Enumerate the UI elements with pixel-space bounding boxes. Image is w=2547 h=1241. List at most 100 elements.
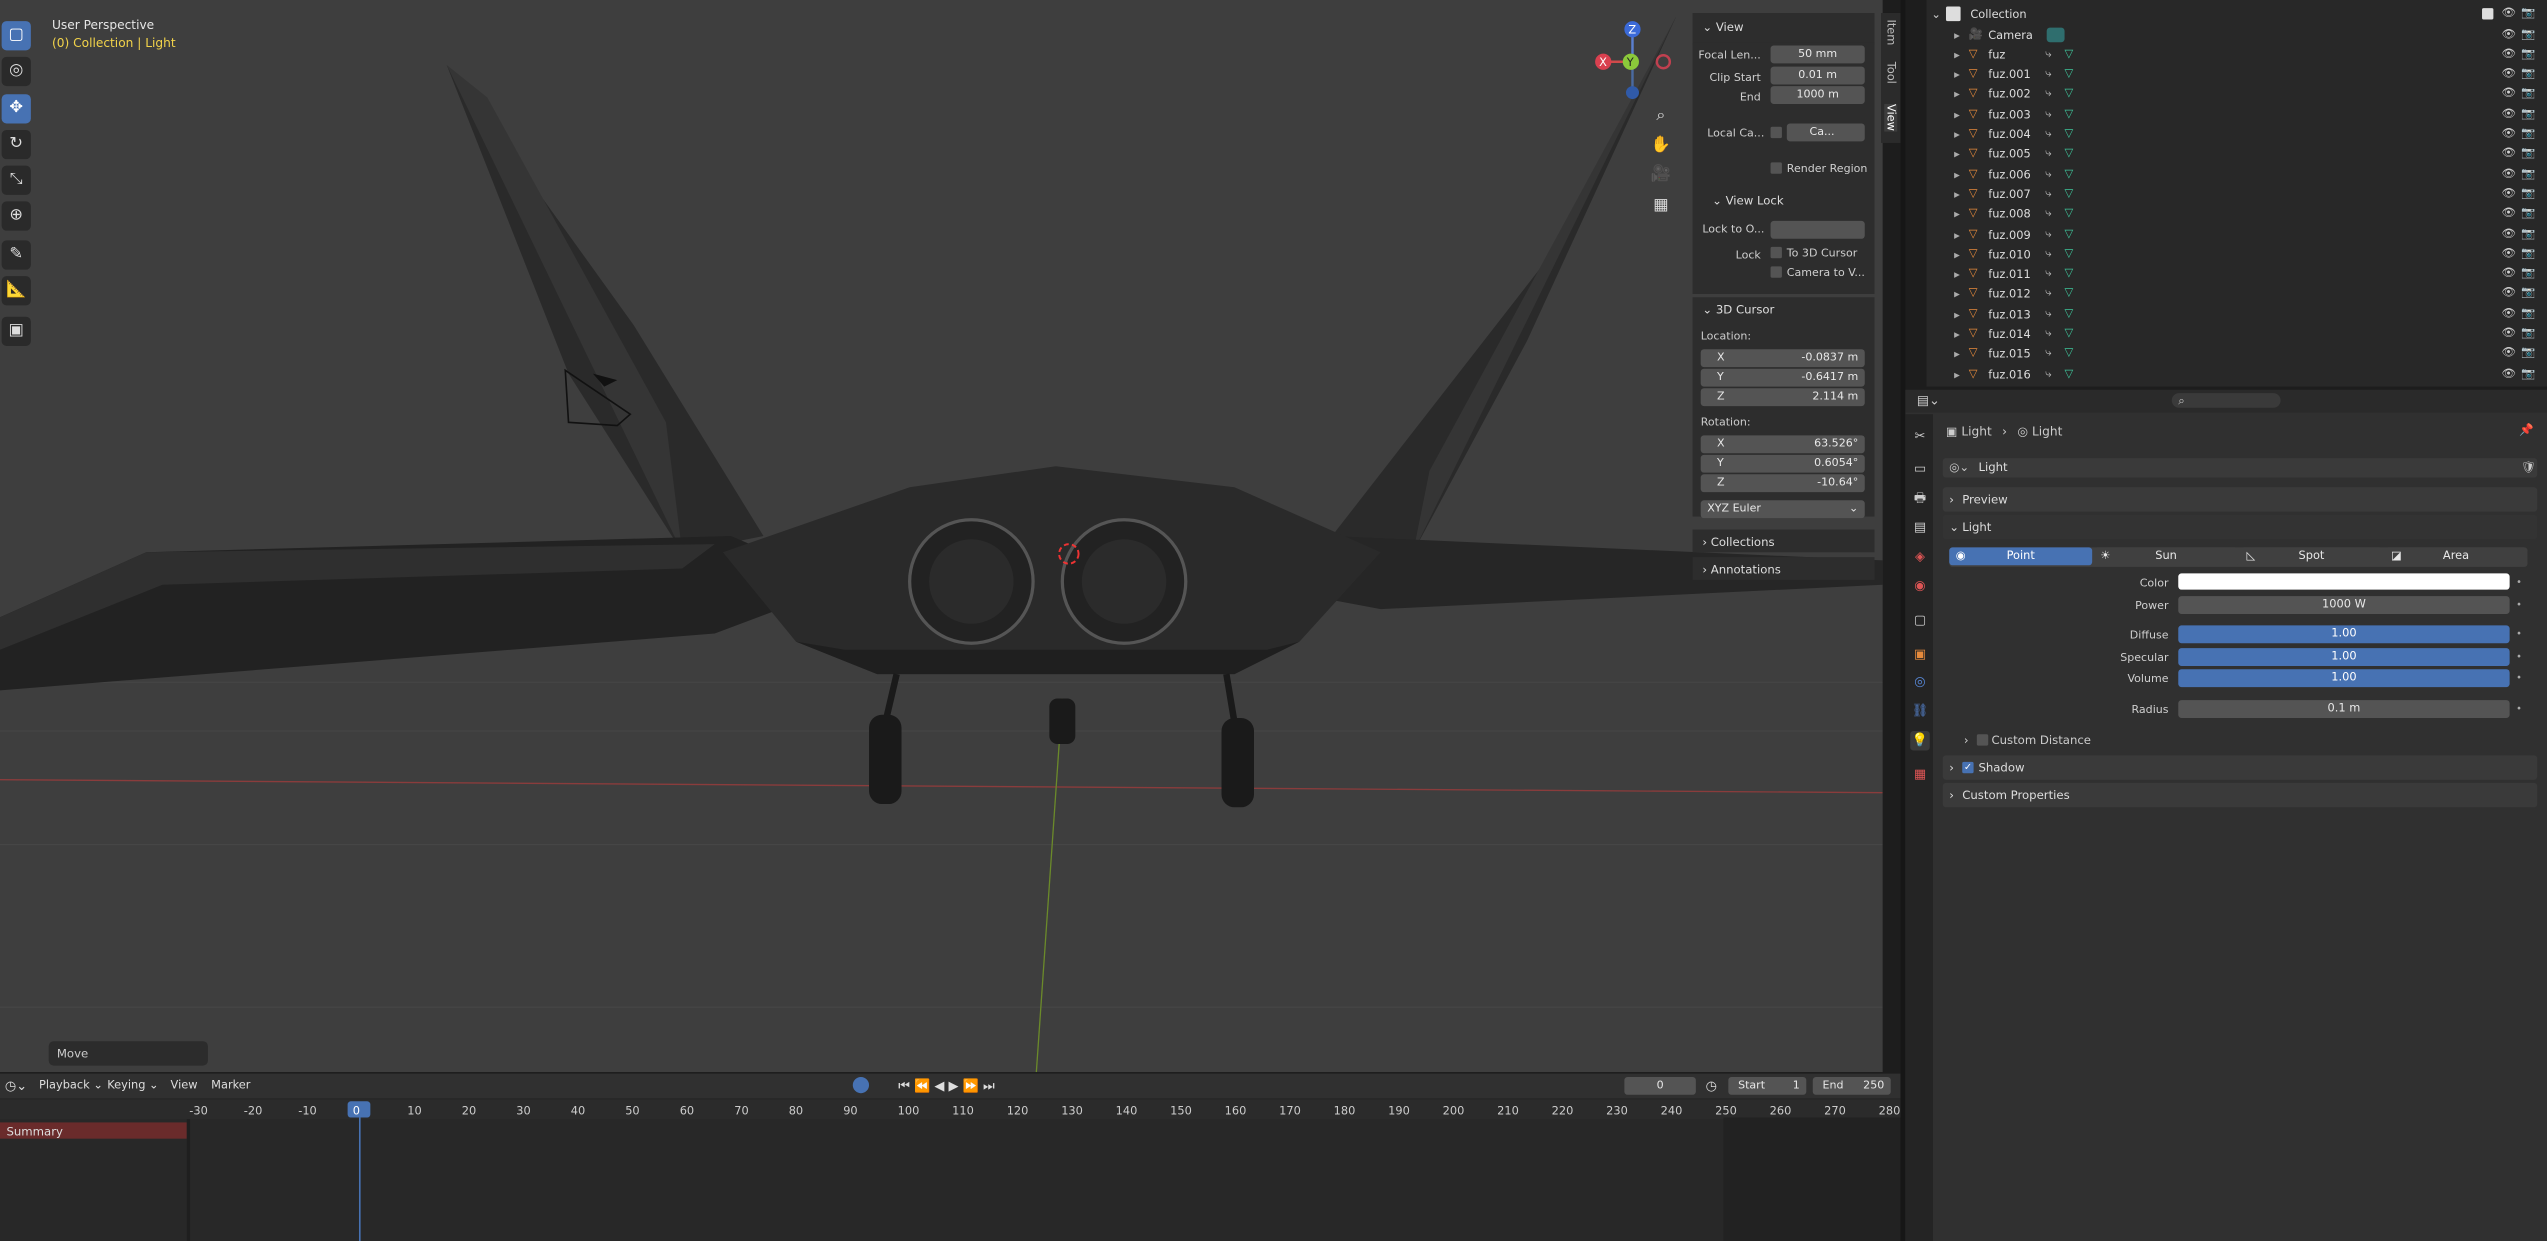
outliner-item-object[interactable]: ▸ ▽ fuz.011 ⤷ ▽ 👁 📷 bbox=[1930, 267, 2541, 287]
cursor-location-y[interactable]: Y -0.6417 m bbox=[1700, 368, 1865, 386]
eye-icon[interactable]: 👁 bbox=[2502, 267, 2516, 280]
expand-icon[interactable]: ▸ bbox=[1954, 348, 1960, 361]
view-menu[interactable]: View bbox=[171, 1079, 198, 1092]
cursor-icon[interactable]: ◎ bbox=[1, 56, 31, 87]
eye-icon[interactable]: 👁 bbox=[2502, 247, 2516, 260]
keyframe-dot-icon[interactable]: • bbox=[2516, 651, 2522, 662]
camera-render-icon[interactable]: 📷 bbox=[2521, 107, 2535, 120]
expand-icon[interactable]: ▸ bbox=[1954, 188, 1960, 201]
lock-to-cursor-checkbox[interactable] bbox=[1770, 246, 1782, 259]
camera-render-icon[interactable]: 📷 bbox=[2521, 6, 2535, 19]
move-icon[interactable]: ✥ bbox=[1, 94, 31, 124]
eye-icon[interactable]: 👁 bbox=[2502, 346, 2516, 359]
mesh-data-icon[interactable]: ▽ bbox=[2065, 227, 2074, 240]
camera-render-icon[interactable]: 📷 bbox=[2521, 366, 2535, 379]
playback-menu[interactable]: Playback ⌄ bbox=[39, 1079, 103, 1092]
modifier-icon[interactable]: ⤷ bbox=[2045, 47, 2051, 62]
outliner-item-object[interactable]: ▸ ▽ fuz.007 ⤷ ▽ 👁 📷 bbox=[1930, 187, 2541, 207]
camera-render-icon[interactable]: 📷 bbox=[2521, 47, 2535, 60]
expand-icon[interactable]: ▸ bbox=[1954, 308, 1960, 321]
shadow-panel-header[interactable]: › ✓ Shadow bbox=[1942, 755, 2538, 780]
modifier-icon[interactable]: ⤷ bbox=[2045, 167, 2051, 182]
outliner-item-object[interactable]: ▸ ▽ fuz.003 ⤷ ▽ 👁 📷 bbox=[1930, 107, 2541, 127]
outliner-item-object[interactable]: ▸ ▽ fuz.005 ⤷ ▽ 👁 📷 bbox=[1930, 147, 2541, 167]
outliner-item-object[interactable]: ▸ ▽ fuz.008 ⤷ ▽ 👁 📷 bbox=[1930, 207, 2541, 227]
cursor-rotation-x[interactable]: X 63.526° bbox=[1700, 435, 1865, 453]
outliner-item-object[interactable]: ▸ ▽ fuz.006 ⤷ ▽ 👁 📷 bbox=[1930, 167, 2541, 187]
mesh-data-icon[interactable]: ▽ bbox=[2065, 287, 2074, 300]
camera-render-icon[interactable]: 📷 bbox=[2521, 27, 2535, 40]
scene-tab-icon[interactable]: ◈ bbox=[1910, 547, 1929, 566]
keyframe-dot-icon[interactable]: • bbox=[2516, 672, 2522, 683]
measure-icon[interactable]: 📐 bbox=[1, 276, 31, 306]
expand-icon[interactable]: ▸ bbox=[1954, 108, 1960, 121]
eye-icon[interactable]: 👁 bbox=[2502, 227, 2516, 240]
outliner-item-object[interactable]: ▸ ▽ fuz.009 ⤷ ▽ 👁 📷 bbox=[1930, 227, 2541, 247]
light-panel-header[interactable]: ⌄ Light bbox=[1942, 514, 2538, 540]
mesh-data-icon[interactable]: ▽ bbox=[2065, 306, 2074, 319]
outliner-item-object[interactable]: ▸ ▽ fuz.010 ⤷ ▽ 👁 📷 bbox=[1930, 247, 2541, 267]
eye-icon[interactable]: 👁 bbox=[2502, 27, 2516, 40]
texture-tab-icon[interactable]: ▦ bbox=[1910, 765, 1929, 784]
summary-row[interactable]: Summary bbox=[0, 1122, 187, 1139]
render-region-checkbox[interactable] bbox=[1770, 162, 1782, 174]
power-field[interactable]: 1000 W bbox=[2178, 596, 2510, 614]
pan-hand-icon[interactable]: ✋ bbox=[1649, 133, 1673, 157]
camera-render-icon[interactable]: 📷 bbox=[2521, 306, 2535, 319]
light-type-sun[interactable]: ☀ Sun bbox=[2093, 547, 2239, 565]
current-frame-field[interactable]: 0 bbox=[1624, 1076, 1696, 1094]
fake-user-icon[interactable]: 🛡 bbox=[2521, 461, 2536, 473]
ortho-grid-icon[interactable]: ▦ bbox=[1649, 193, 1673, 217]
eye-icon[interactable]: 👁 bbox=[2502, 306, 2516, 319]
properties-search-input[interactable]: ⌕ bbox=[2171, 393, 2281, 408]
eye-icon[interactable]: 👁 bbox=[2502, 167, 2516, 180]
transform-icon[interactable]: ⊕ bbox=[1, 201, 31, 231]
view-lock-header[interactable]: ⌄ View Lock bbox=[1712, 193, 1784, 208]
camera-render-icon[interactable]: 📷 bbox=[2521, 67, 2535, 80]
mesh-data-icon[interactable]: ▽ bbox=[2065, 87, 2074, 100]
outliner-item-object[interactable]: ▸ ▽ fuz.015 ⤷ ▽ 👁 📷 bbox=[1930, 346, 2541, 366]
eye-icon[interactable]: 👁 bbox=[2502, 187, 2516, 200]
modifier-icon[interactable]: ⤷ bbox=[2045, 287, 2051, 302]
camera-render-icon[interactable]: 📷 bbox=[2521, 167, 2535, 180]
last-operator-panel[interactable]: Move bbox=[48, 1041, 208, 1066]
cursor-location-x[interactable]: X -0.0837 m bbox=[1700, 349, 1865, 367]
eye-icon[interactable]: 👁 bbox=[2502, 366, 2516, 379]
auto-keying-icon[interactable] bbox=[852, 1076, 870, 1094]
modifier-icon[interactable]: ⤷ bbox=[2045, 306, 2051, 321]
expand-icon[interactable]: ▸ bbox=[1954, 368, 1960, 381]
camera-render-icon[interactable]: 📷 bbox=[2521, 326, 2535, 339]
rotate-icon[interactable]: ↻ bbox=[1, 129, 31, 160]
outliner-item-object[interactable]: ▸ ▽ fuz.002 ⤷ ▽ 👁 📷 bbox=[1930, 87, 2541, 107]
light-type-spot[interactable]: ◺ Spot bbox=[2239, 547, 2383, 565]
physics-tab-icon[interactable]: ◎ bbox=[1910, 672, 1929, 691]
expand-icon[interactable]: ▸ bbox=[1954, 328, 1960, 341]
eye-icon[interactable]: 👁 bbox=[2502, 287, 2516, 300]
mesh-data-icon[interactable]: ▽ bbox=[2065, 147, 2074, 160]
clip-end-field[interactable]: 1000 m bbox=[1770, 86, 1865, 104]
camera-render-icon[interactable]: 📷 bbox=[2521, 87, 2535, 100]
camera-render-icon[interactable]: 📷 bbox=[2521, 207, 2535, 220]
camera-render-icon[interactable]: 📷 bbox=[2521, 127, 2535, 140]
expand-icon[interactable]: ▸ bbox=[1954, 248, 1960, 261]
mesh-data-icon[interactable]: ▽ bbox=[2065, 247, 2074, 260]
camera-render-icon[interactable]: 📷 bbox=[2521, 247, 2535, 260]
eye-icon[interactable]: 👁 bbox=[2502, 107, 2516, 120]
mesh-data-icon[interactable]: ▽ bbox=[2065, 187, 2074, 200]
mesh-data-icon[interactable]: ▽ bbox=[2065, 127, 2074, 140]
modifier-icon[interactable]: ⤷ bbox=[2045, 366, 2051, 381]
keyframe-dot-icon[interactable]: • bbox=[2516, 599, 2522, 610]
keyframe-dot-icon[interactable]: • bbox=[2516, 629, 2522, 640]
outliner-item-camera[interactable]: ▸ 🎥 Camera 👁 📷 bbox=[1930, 26, 2541, 47]
preview-panel-header[interactable]: › Preview bbox=[1942, 487, 2538, 512]
camera-view-icon[interactable]: 🎥 bbox=[1649, 162, 1673, 186]
custom-properties-header[interactable]: › Custom Properties bbox=[1942, 782, 2538, 808]
view-panel-header[interactable]: ⌄ View bbox=[1702, 19, 1743, 34]
modifier-icon[interactable]: ⤷ bbox=[2045, 247, 2051, 262]
object-tab-icon[interactable]: ▣ bbox=[1910, 645, 1929, 664]
diffuse-slider[interactable]: 1.00 bbox=[2178, 625, 2510, 643]
outliner-item-object[interactable]: ▸ ▽ fuz.004 ⤷ ▽ 👁 📷 bbox=[1930, 127, 2541, 147]
add-cube-icon[interactable]: ▣ bbox=[1, 316, 31, 346]
expand-icon[interactable]: ▸ bbox=[1954, 28, 1960, 41]
outliner-item-object[interactable]: ▸ ▽ fuz.001 ⤷ ▽ 👁 📷 bbox=[1930, 67, 2541, 87]
